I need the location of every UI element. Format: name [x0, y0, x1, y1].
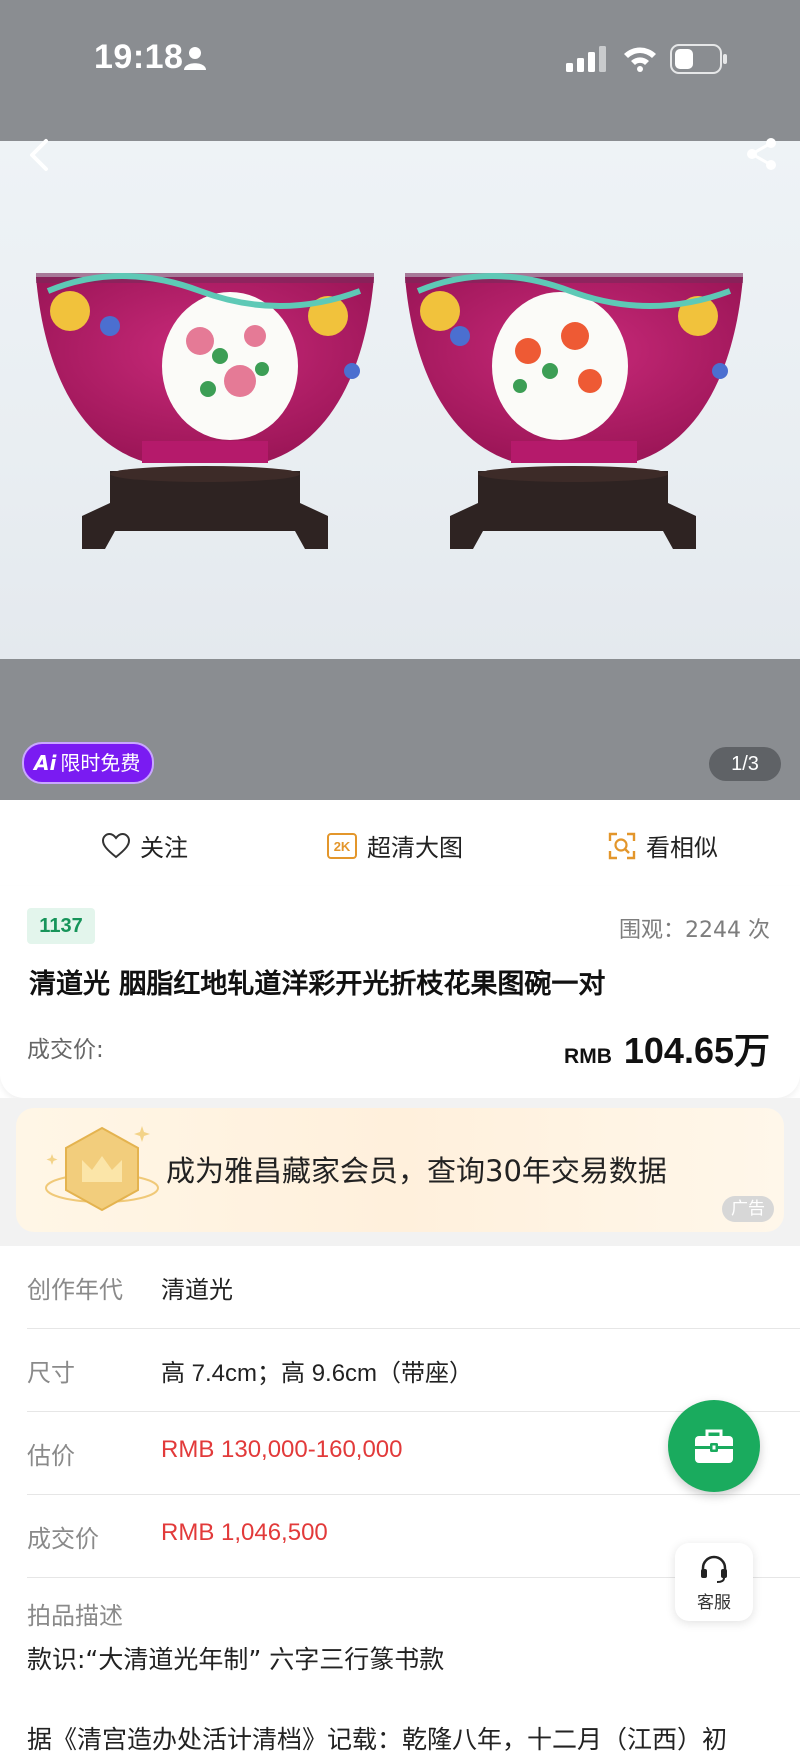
- page-indicator: 1/3: [709, 747, 781, 781]
- ad-text: 成为雅昌藏家会员，查询30年交易数据: [166, 1154, 667, 1188]
- description-more-text: 据《清宫造办处活计清档》记载：乾隆八年，十二月（江西）初: [27, 1725, 728, 1754]
- lot-number-badge: 1137: [27, 908, 95, 944]
- lot-info-card: 1137 围观：2244 次 清道光 胭脂红地轧道洋彩开光折枝花果图碗一对 成交…: [0, 886, 800, 1098]
- heart-icon: [102, 832, 130, 858]
- customer-service-button[interactable]: 客服: [675, 1543, 753, 1621]
- hd-image-button[interactable]: 2K 超清大图: [327, 828, 463, 863]
- share-icon[interactable]: [744, 136, 780, 172]
- lot-title: 清道光 胭脂红地轧道洋彩开光折枝花果图碗一对: [29, 969, 606, 1000]
- ai-icon: Ai: [34, 751, 57, 775]
- description-text: 款识:“大清道光年制” 六字三行篆书款: [27, 1645, 445, 1674]
- scan-search-icon: [608, 832, 636, 859]
- deal-price-currency: RMB: [564, 1045, 612, 1068]
- detail-value: RMB 1,046,500: [161, 1519, 328, 1546]
- wifi-icon: [624, 47, 656, 72]
- detail-key: 创作年代: [27, 1276, 123, 1304]
- detail-value: RMB 130,000-160,000: [161, 1436, 403, 1463]
- description-label: 拍品描述: [27, 1602, 123, 1630]
- find-similar-label: 看相似: [646, 834, 718, 862]
- person-icon: [184, 47, 206, 70]
- follow-button[interactable]: 关注: [102, 828, 188, 863]
- detail-value: 高 7.4cm；高 9.6cm（带座）: [161, 1360, 474, 1387]
- headset-icon: [701, 1555, 727, 1583]
- status-time: 19:18: [94, 38, 184, 76]
- detail-value: 清道光: [161, 1277, 233, 1304]
- signal-icon: [566, 46, 606, 72]
- deal-price-label: 成交价:: [27, 1037, 104, 1063]
- ai-badge-label: 限时免费: [60, 751, 141, 775]
- membership-ad-banner[interactable]: 成为雅昌藏家会员，查询30年交易数据 广告: [16, 1108, 784, 1232]
- detail-key: 尺寸: [27, 1359, 75, 1387]
- hd-image-label: 超清大图: [367, 834, 463, 862]
- back-icon[interactable]: [26, 138, 56, 172]
- detail-row-era: 创作年代 清道光: [27, 1246, 800, 1329]
- deal-price-amount: 104.65万: [623, 1030, 770, 1071]
- bowls-image: [36, 273, 743, 549]
- 2k-icon-text: 2K: [334, 839, 351, 854]
- customer-service-label: 客服: [697, 1593, 731, 1613]
- find-similar-button[interactable]: 看相似: [608, 828, 718, 863]
- lot-photo: [0, 141, 800, 659]
- follow-label: 关注: [140, 834, 188, 862]
- image-gallery[interactable]: 19:18 Ai 限时免费 1/3: [0, 0, 800, 800]
- ai-free-badge[interactable]: Ai 限时免费: [22, 742, 155, 784]
- lot-details: 创作年代 清道光 尺寸 高 7.4cm；高 9.6cm（带座） 估价 RMB 1…: [0, 1246, 800, 1578]
- deal-price: RMB 104.65万: [564, 1022, 770, 1074]
- status-bar: 19:18: [0, 0, 800, 120]
- briefcase-icon: [695, 1429, 733, 1463]
- detail-key: 估价: [27, 1442, 75, 1470]
- detail-row-size: 尺寸 高 7.4cm；高 9.6cm（带座）: [27, 1329, 800, 1412]
- battery-icon: [670, 44, 727, 74]
- bid-bag-button[interactable]: [668, 1400, 760, 1492]
- 2k-icon: 2K: [327, 832, 357, 859]
- crown-icon: [45, 1126, 159, 1212]
- ad-tag: 广告: [722, 1196, 774, 1222]
- view-count: 围观：2244 次: [619, 918, 770, 943]
- action-bar: 关注 2K 超清大图 看相似: [0, 800, 800, 887]
- detail-key: 成交价: [27, 1525, 99, 1553]
